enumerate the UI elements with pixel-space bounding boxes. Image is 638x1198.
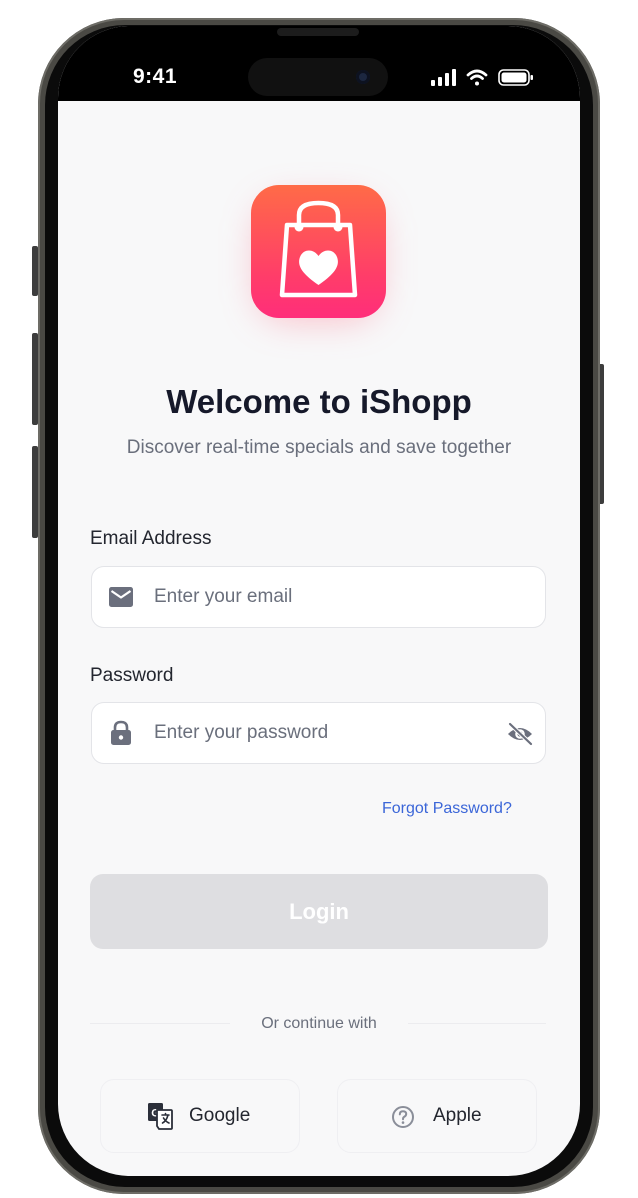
page-title: Welcome to iShopp: [166, 383, 472, 420]
dynamic-island: [248, 58, 388, 96]
google-login-label: Google: [189, 1105, 251, 1126]
shopping-bag-heart-icon: [279, 200, 358, 298]
email-input[interactable]: [154, 567, 484, 627]
social-divider-text: Or continue with: [261, 1015, 377, 1032]
email-field-container: [91, 566, 546, 628]
google-translate-icon: G: [147, 1102, 173, 1135]
front-camera: [356, 70, 370, 84]
status-icons: [431, 68, 535, 88]
signal-icon: [431, 69, 456, 86]
battery-icon: [498, 69, 533, 86]
login-button[interactable]: Login: [90, 874, 548, 949]
divider-line-left: [90, 1023, 230, 1024]
divider-line-right: [408, 1023, 546, 1024]
app-logo: [251, 185, 386, 318]
forgot-password-link[interactable]: Forgot Password?: [382, 798, 512, 820]
apple-login-button[interactable]: Apple: [337, 1079, 537, 1153]
earpiece-speaker: [277, 28, 359, 36]
help-circle-icon: [391, 1105, 415, 1134]
status-time: 9:41: [133, 65, 178, 88]
google-login-button[interactable]: G Google: [100, 1079, 300, 1153]
password-input[interactable]: [154, 703, 484, 763]
apple-login-label: Apple: [433, 1105, 482, 1126]
password-field-container: [91, 702, 546, 764]
page-subtitle: Discover real-time specials and save tog…: [126, 437, 512, 458]
mail-icon: [108, 586, 134, 613]
eye-off-icon[interactable]: [506, 722, 534, 751]
password-label: Password: [90, 665, 174, 686]
wifi-icon: [466, 69, 488, 86]
lock-icon: [110, 720, 132, 751]
email-label: Email Address: [90, 528, 212, 549]
